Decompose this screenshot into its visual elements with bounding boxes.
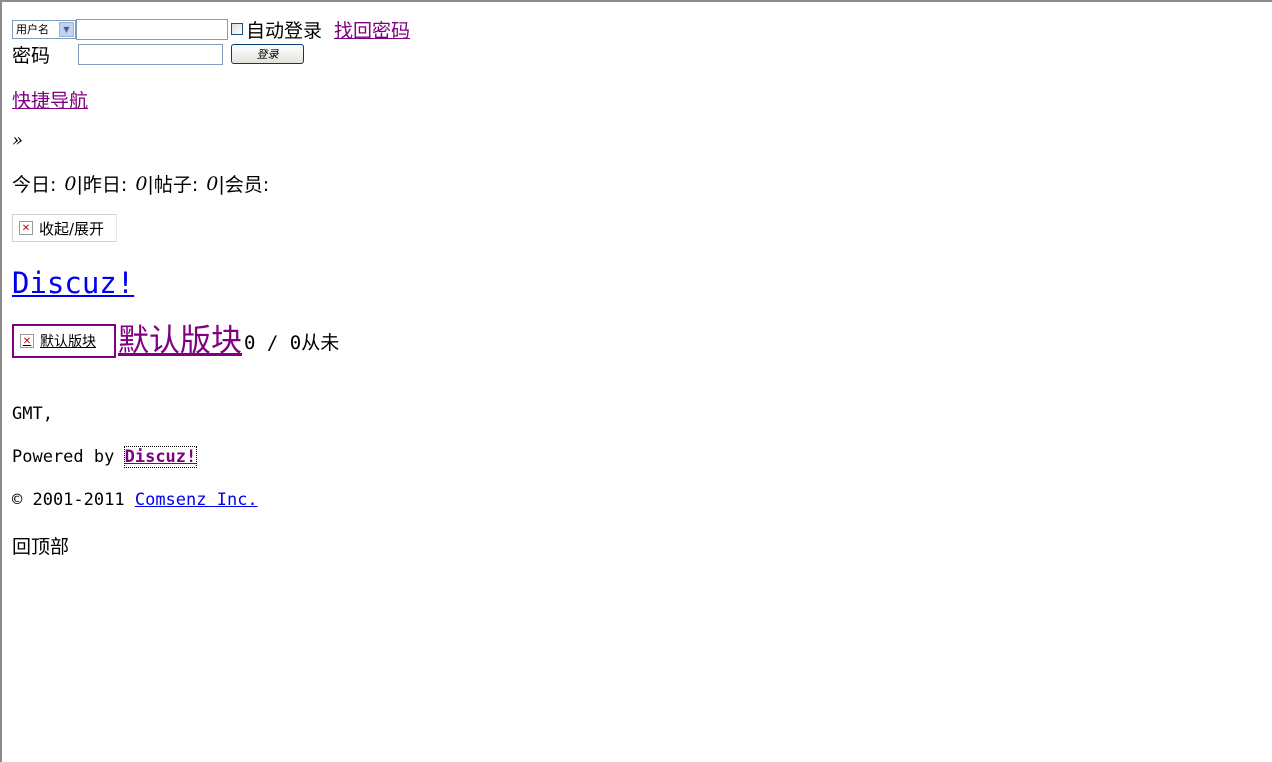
forum-icon-alt: 默认版块 xyxy=(40,334,96,350)
stat-today-label: 今日: xyxy=(12,174,57,196)
forum-row: ✕ 默认版块 默认版块 0 / 0从未 xyxy=(12,324,339,358)
find-password-link[interactable]: 找回密码 xyxy=(334,16,410,43)
powered-by: Powered by Discuz! xyxy=(12,446,198,468)
stat-yesterday-label: 昨日: xyxy=(82,174,128,196)
comsenz-link[interactable]: Comsenz Inc. xyxy=(135,490,258,510)
powered-prefix: Powered by xyxy=(12,447,115,467)
timezone-text: GMT, xyxy=(12,404,53,424)
collapse-toggle-label: 收起/展开 xyxy=(39,219,105,238)
password-label: 密码 xyxy=(12,44,51,67)
forum-name-link[interactable]: 默认版块 xyxy=(118,324,242,358)
username-input[interactable] xyxy=(76,18,228,40)
back-to-top[interactable]: 回顶部 xyxy=(12,532,69,559)
stat-today-value: 0 xyxy=(64,172,77,195)
discuz-link[interactable]: Discuz! xyxy=(123,446,198,468)
stat-posts-label: 帖子: xyxy=(153,174,199,196)
copyright: © 2001-2011 Comsenz Inc. xyxy=(12,490,258,510)
broken-image-icon: ✕ xyxy=(19,221,33,235)
stat-yesterday-value: 0 xyxy=(135,172,148,195)
login-row-username: 用户名 ▼ 自动登录 找回密码 xyxy=(12,16,410,43)
auto-login-checkbox[interactable] xyxy=(231,23,243,35)
password-input[interactable] xyxy=(78,43,223,65)
forum-meta: 0 / 0从未 xyxy=(244,332,340,354)
breadcrumb: » xyxy=(12,130,24,151)
auto-login-label: 自动登录 xyxy=(246,19,323,42)
copyright-prefix: © 2001-2011 xyxy=(12,490,125,510)
chevron-down-icon[interactable]: ▼ xyxy=(59,21,74,37)
broken-image-icon: ✕ xyxy=(20,334,34,348)
login-button[interactable]: 登录 xyxy=(231,44,304,64)
stat-posts-value: 0 xyxy=(206,172,219,195)
category-title-link[interactable]: Discuz! xyxy=(12,266,134,300)
account-type-selected: 用户名 xyxy=(16,23,49,36)
forum-icon-link[interactable]: ✕ 默认版块 xyxy=(12,324,116,358)
collapse-toggle-button[interactable]: ✕ 收起/展开 xyxy=(12,214,117,242)
stat-members-label: 会员: xyxy=(224,174,270,196)
forum-stats: 今日: 0 | 昨日: 0 | 帖子: 0 | 会员: xyxy=(12,170,269,197)
quick-nav-link[interactable]: 快捷导航 xyxy=(12,86,88,113)
login-row-password: 密码 登录 xyxy=(12,42,304,67)
account-type-select[interactable]: 用户名 ▼ xyxy=(12,19,76,39)
